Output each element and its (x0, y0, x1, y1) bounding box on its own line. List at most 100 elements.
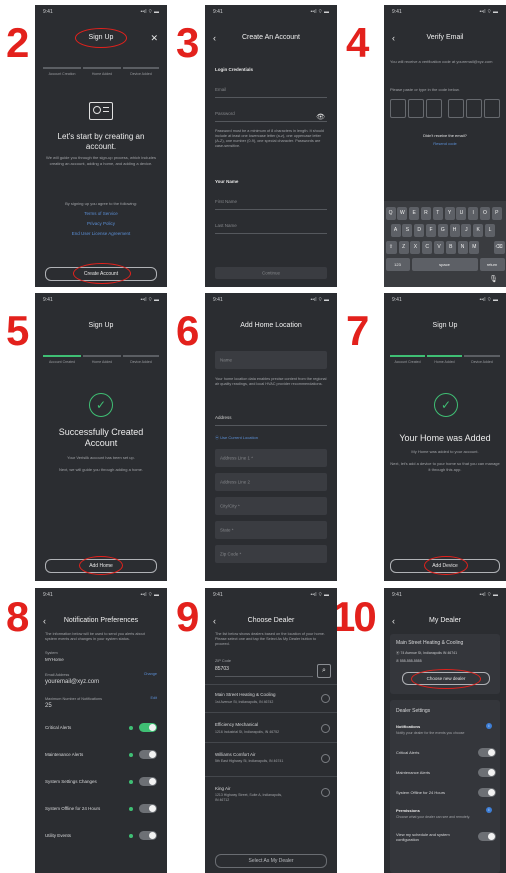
screen-choose-dealer: 9:41 ••ıl ⌔ ▬ ‹ Choose Dealer The list be… (205, 588, 337, 873)
address-line-1-field[interactable]: Address Line 1 * (215, 449, 327, 467)
zip-input[interactable]: 85703 (215, 666, 313, 677)
resend-code-link[interactable]: Resend code (384, 141, 506, 146)
keyboard-key[interactable]: B (445, 241, 456, 254)
address-line-2-field[interactable]: Address Line 2 (215, 473, 327, 491)
dealer-critical-alerts-toggle[interactable] (478, 748, 496, 757)
dealer-radio[interactable] (321, 724, 330, 733)
keyboard-key[interactable]: O (479, 207, 491, 220)
keyboard-key[interactable]: M (469, 241, 480, 254)
use-current-location-link[interactable]: ⦿ Use Current Location (215, 435, 258, 441)
keyboard-key[interactable]: K (473, 224, 484, 237)
dealer-radio[interactable] (321, 788, 330, 797)
info-icon[interactable]: i (486, 807, 492, 813)
first-name-field[interactable]: First Name (215, 199, 327, 210)
microphone-icon[interactable]: 🎙 (489, 275, 498, 283)
city-field[interactable]: City/City * (215, 497, 327, 515)
offline-24h-toggle[interactable] (139, 804, 157, 813)
location-info: Your home location data enables precise … (215, 377, 327, 386)
keyboard-key[interactable]: A (390, 224, 401, 237)
select-dealer-button[interactable]: Select As My Dealer (215, 854, 327, 868)
critical-alerts-toggle[interactable] (139, 723, 157, 732)
signup-progress: Account Created Home Added Device Added (390, 355, 500, 369)
keyboard-key[interactable]: E (409, 207, 420, 220)
keyboard-key[interactable]: N (457, 241, 468, 254)
step-number-2: 2 (6, 19, 29, 66)
highlight-oval (79, 556, 123, 575)
keyboard-key-numbers[interactable]: 123 (385, 258, 410, 271)
eye-icon[interactable]: 👁 (316, 113, 325, 121)
dealer-address: 1213 Highway Street, Suite A, Indianapol… (215, 793, 283, 802)
body-text: My Home was added to your account. (411, 449, 479, 454)
section-label: Login Credentials (215, 67, 254, 72)
code-prompt: Please paste or type in the code below. (390, 87, 460, 92)
continue-button[interactable]: Continue (215, 267, 327, 279)
keyboard-key[interactable]: C (422, 241, 433, 254)
dealer-maintenance-toggle[interactable] (478, 768, 496, 777)
dealer-offline-toggle[interactable] (478, 788, 496, 797)
dealer-view-schedule-toggle[interactable] (478, 832, 496, 841)
heading: Your Home was Added (399, 433, 491, 443)
email-field[interactable]: Email (215, 87, 327, 98)
status-bar: 9:41 ••ıl ⌔ ▬ (213, 9, 329, 15)
search-button[interactable]: ⌕ (317, 664, 331, 678)
zip-field[interactable]: Zip Code * (215, 545, 327, 563)
keyboard-key[interactable]: R (420, 207, 432, 220)
keyboard-key[interactable]: Y (444, 207, 455, 220)
keyboard-key-space[interactable]: space (411, 258, 478, 271)
no-email-text: Didn't receive the email? (423, 133, 467, 138)
keyboard-key[interactable]: Z (398, 241, 409, 254)
eula-link[interactable]: End User License Agreement (43, 231, 159, 236)
keyboard-key[interactable]: V (433, 241, 445, 254)
state-field[interactable]: State * (215, 521, 327, 539)
privacy-link[interactable]: Privacy Policy (43, 221, 159, 226)
toggle-label: System Offline for 24 Hours (45, 806, 101, 811)
keyboard-key[interactable]: F (425, 224, 437, 237)
keyboard-key[interactable]: W (397, 207, 408, 220)
intro-text: We will guide you through the sign-up pr… (46, 155, 156, 166)
keyboard-key[interactable]: Q (385, 207, 396, 220)
keyboard-key[interactable]: L (484, 224, 496, 237)
page-title: Add Home Location (240, 322, 302, 329)
keyboard: Q W E R T Y U I O P A S D F G H J K L ⇧ Z X C V B N M ⌫ 123 space retu… (384, 201, 506, 287)
edit-max-link[interactable]: Edit (150, 696, 157, 700)
screen-my-dealer: 9:41 ••ıl ⌔ ▬ ‹ My Dealer Main Street Hea… (384, 588, 506, 873)
dealer-name: Efficiency Mechanical (215, 722, 259, 727)
keyboard-key[interactable]: G (437, 224, 448, 237)
info-icon[interactable]: i (486, 723, 492, 729)
toggle-label: System Offline for 24 Hours (396, 790, 446, 795)
keyboard-key[interactable]: H (449, 224, 460, 237)
toggle-label: Maintenance Alerts (396, 770, 431, 775)
keyboard-key[interactable]: U (456, 207, 467, 220)
keyboard-key[interactable]: J (461, 224, 472, 237)
screen-add-home-location: 9:41 ••ıl ⌔ ▬ Add Home Location Name Your… (205, 293, 337, 581)
dealer-phone: ✆ 555-555-5555 (396, 659, 422, 663)
dealer-name: Williams Comfort Air (215, 752, 256, 757)
password-field[interactable]: Password (215, 111, 327, 122)
status-dot (129, 834, 133, 838)
last-name-field[interactable]: Last Name (215, 223, 327, 234)
dealer-radio[interactable] (321, 754, 330, 763)
change-email-link[interactable]: Change (144, 672, 157, 676)
maintenance-alerts-toggle[interactable] (139, 750, 157, 759)
keyboard-key[interactable]: ⇧ (385, 241, 397, 254)
home-name-field[interactable]: Name (215, 351, 327, 369)
keyboard-key[interactable]: ⌫ (493, 241, 505, 254)
utility-events-toggle[interactable] (139, 831, 157, 840)
settings-changes-toggle[interactable] (139, 777, 157, 786)
dealer-radio[interactable] (321, 694, 330, 703)
signup-progress: Account Created Home Added Device Added (43, 355, 159, 369)
keyboard-key[interactable]: T (432, 207, 443, 220)
keyboard-key-return[interactable]: return (479, 258, 505, 271)
keyboard-key[interactable]: X (410, 241, 421, 254)
keyboard-key[interactable]: P (491, 207, 502, 220)
close-icon[interactable]: ✕ (150, 31, 158, 45)
keyboard-key[interactable]: I (468, 207, 479, 220)
notifications-label: Notifications (396, 724, 421, 729)
terms-link[interactable]: Terms of Service (43, 211, 159, 216)
body-text: Your Verisilk account has been set up. (67, 455, 135, 460)
dealer-name: Main Street Heating & Cooling (396, 640, 464, 646)
toggle-label: Utility Events (45, 833, 72, 838)
keyboard-key[interactable]: S (402, 224, 413, 237)
keyboard-key[interactable]: D (414, 224, 425, 237)
signup-progress: Account Creation Home Added Device Added (43, 67, 159, 81)
